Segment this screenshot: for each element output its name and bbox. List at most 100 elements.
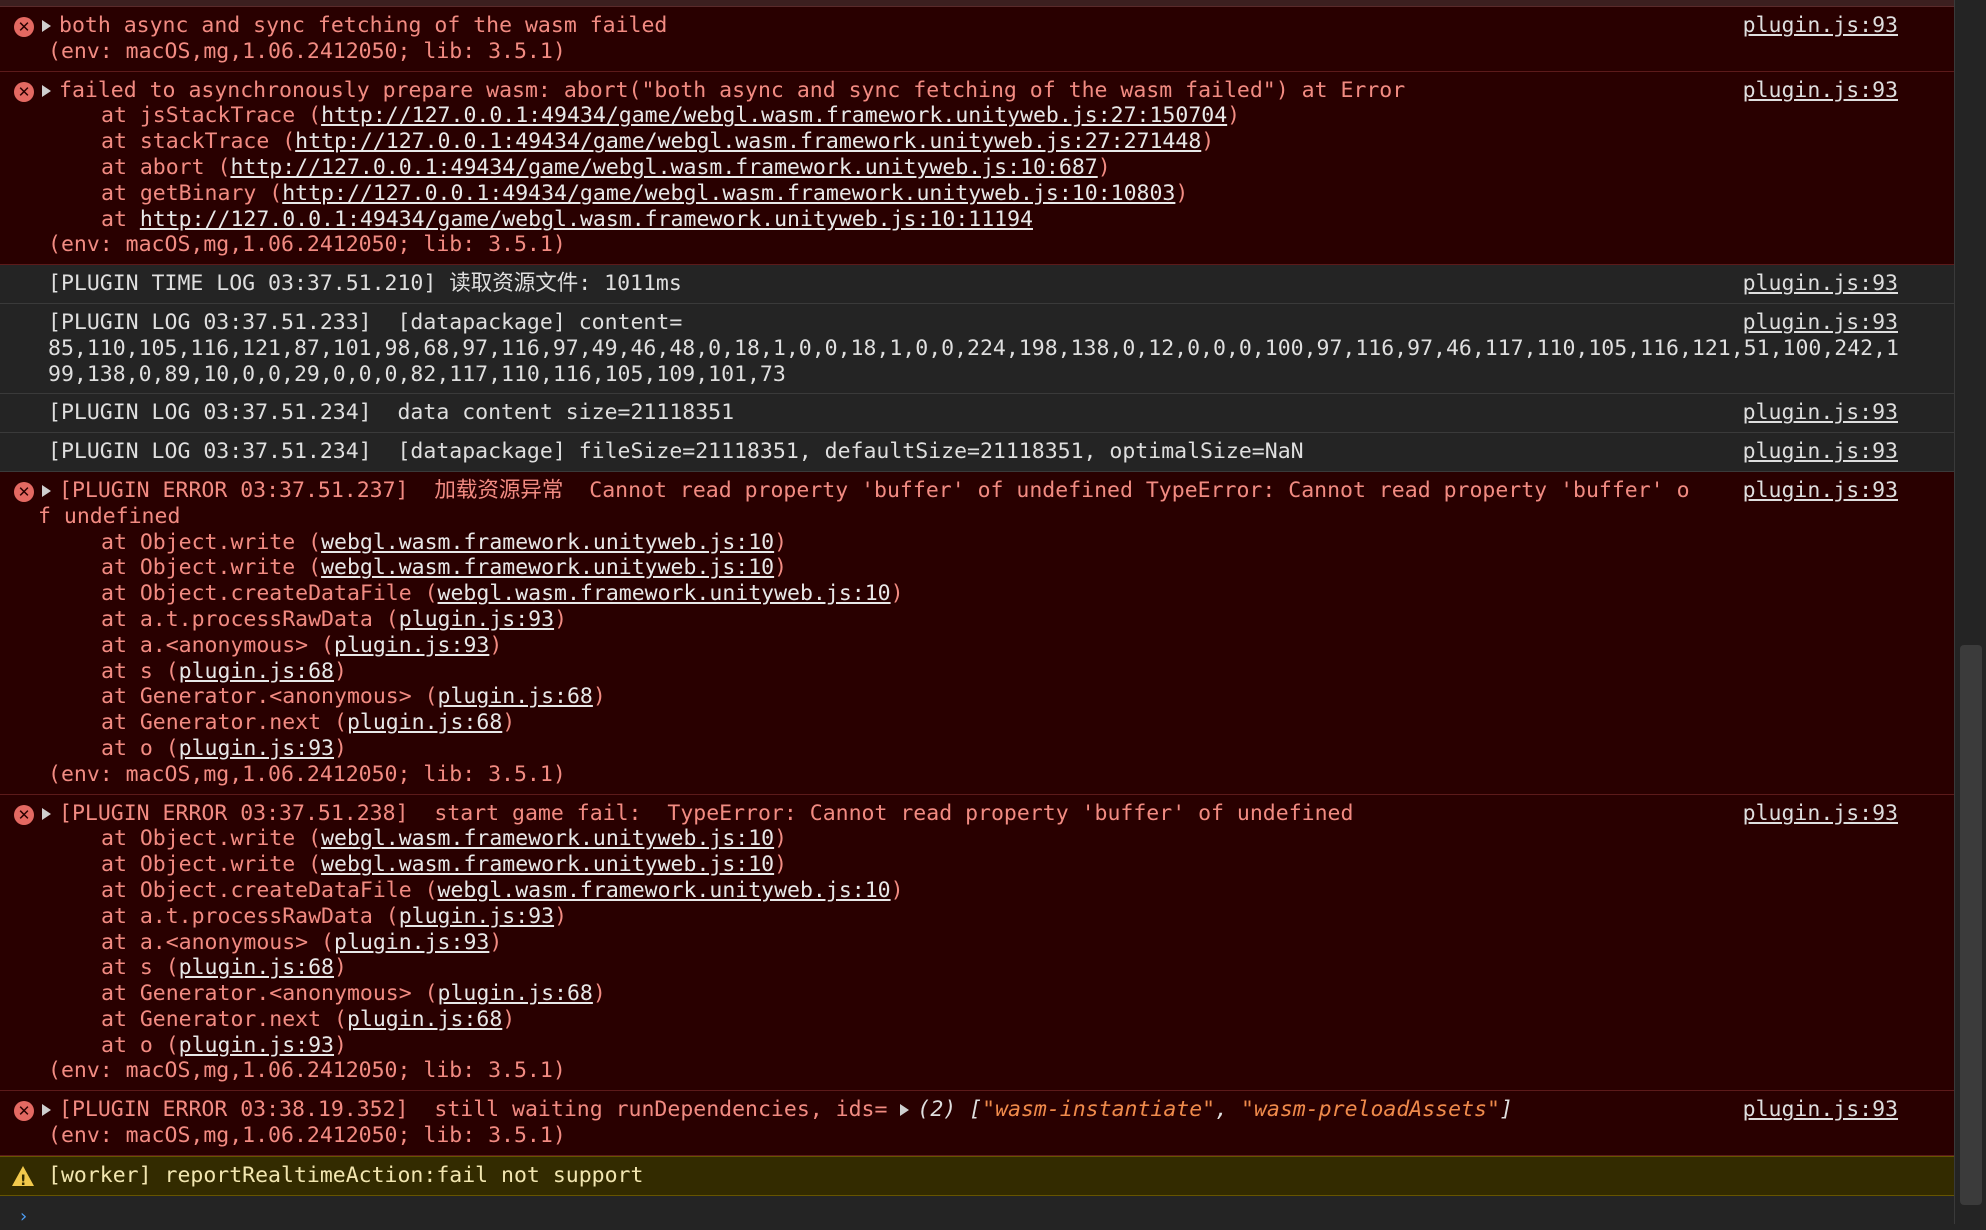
stack-frame-link[interactable]: webgl.wasm.framework.unityweb.js:10 — [321, 530, 774, 555]
stack-frame: at Object.write (webgl.wasm.framework.un… — [101, 555, 788, 581]
array-item-string: "wasm-instantiate" — [982, 1097, 1216, 1123]
expand-array-triangle-icon[interactable] — [900, 1104, 910, 1117]
stack-frame-link[interactable]: plugin.js:93 — [179, 1033, 334, 1058]
stack-trace: at Object.write (webgl.wasm.framework.un… — [48, 530, 1895, 762]
previous-entry-edge — [0, 0, 1955, 7]
console-error-entry[interactable]: ✕ plugin.js:93 both async and sync fetch… — [0, 7, 1955, 72]
console-panel: ✕ plugin.js:93 both async and sync fetch… — [0, 0, 1955, 1227]
array-open-bracket: [ — [969, 1097, 983, 1123]
stack-frame: at Generator.<anonymous> (plugin.js:68) — [101, 684, 606, 710]
console-log-entry[interactable]: plugin.js:93 [PLUGIN TIME LOG 03:37.51.2… — [0, 265, 1955, 304]
stack-frame: at getBinary (http://127.0.0.1:49434/gam… — [101, 180, 1189, 206]
array-item-string: "wasm-preloadAssets" — [1241, 1097, 1500, 1123]
expand-triangle-icon[interactable] — [42, 20, 51, 32]
stack-frame: at Generator.next (plugin.js:68) — [101, 710, 516, 736]
expand-triangle-icon[interactable] — [42, 807, 51, 820]
stack-frame: at Object.write (webgl.wasm.framework.un… — [101, 529, 788, 555]
stack-frame-link[interactable]: plugin.js:93 — [399, 607, 554, 632]
stack-frame-link[interactable]: webgl.wasm.framework.unityweb.js:10 — [321, 826, 774, 851]
console-error-entry[interactable]: ✕ plugin.js:93 [PLUGIN ERROR 03:37.51.23… — [0, 471, 1955, 795]
stack-frame-link[interactable]: http://127.0.0.1:49434/game/webgl.wasm.f… — [321, 103, 1227, 128]
stack-frame: at jsStackTrace (http://127.0.0.1:49434/… — [101, 103, 1241, 129]
stack-frame: at a.<anonymous> (plugin.js:93) — [101, 632, 503, 658]
console-error-entry[interactable]: ✕ plugin.js:93 [PLUGIN ERROR 03:38.19.35… — [0, 1091, 1955, 1156]
stack-frame-link[interactable]: plugin.js:93 — [179, 736, 334, 761]
expand-triangle-icon[interactable] — [42, 1104, 51, 1117]
stack-frame: at Object.write (webgl.wasm.framework.un… — [101, 826, 788, 852]
stack-frame-link[interactable]: plugin.js:68 — [179, 659, 334, 684]
error-message: [PLUGIN ERROR 03:37.51.238] start game f… — [59, 800, 1354, 826]
env-info: (env: macOS,mg,1.06.2412050; lib: 3.5.1) — [48, 1123, 566, 1149]
console-log-entry[interactable]: plugin.js:93 [PLUGIN LOG 03:37.51.233] [… — [0, 304, 1955, 395]
stack-frame: at Object.write (webgl.wasm.framework.un… — [101, 852, 788, 878]
source-link[interactable]: plugin.js:93 — [1743, 1097, 1898, 1123]
stack-frame-link[interactable]: webgl.wasm.framework.unityweb.js:10 — [438, 581, 891, 606]
source-link[interactable]: plugin.js:93 — [1743, 310, 1898, 336]
console-log-entry[interactable]: plugin.js:93 [PLUGIN LOG 03:37.51.234] d… — [0, 394, 1955, 434]
array-count: (2) — [917, 1097, 957, 1123]
stack-frame: at o (plugin.js:93) — [101, 1032, 347, 1058]
stack-frame-link[interactable]: plugin.js:68 — [347, 1007, 502, 1032]
stack-frame-link[interactable]: http://127.0.0.1:49434/game/webgl.wasm.f… — [295, 129, 1201, 154]
stack-frame-link[interactable]: plugin.js:68 — [438, 981, 593, 1006]
error-message: [PLUGIN ERROR 03:37.51.237] 加载资源异常 Canno… — [38, 477, 1690, 529]
stack-frame: at Object.createDataFile (webgl.wasm.fra… — [101, 581, 904, 607]
source-link[interactable]: plugin.js:93 — [1743, 478, 1898, 504]
log-message: [PLUGIN LOG 03:37.51.233] [datapackage] … — [48, 309, 1900, 387]
error-message: [PLUGIN ERROR 03:38.19.352] still waitin… — [59, 1097, 901, 1123]
env-info: (env: macOS,mg,1.06.2412050; lib: 3.5.1) — [48, 38, 566, 64]
stack-frame-link[interactable]: plugin.js:68 — [438, 684, 593, 709]
stack-trace: at Object.write (webgl.wasm.framework.un… — [48, 826, 1895, 1058]
stack-frame-link[interactable]: plugin.js:93 — [334, 633, 489, 658]
stack-frame: at o (plugin.js:93) — [101, 735, 347, 761]
stack-frame-link[interactable]: http://127.0.0.1:49434/game/webgl.wasm.f… — [230, 155, 1097, 180]
error-circle-icon: ✕ — [14, 17, 34, 37]
log-message: [PLUGIN TIME LOG 03:37.51.210] 读取资源文件: 1… — [48, 271, 682, 297]
stack-frame-link[interactable]: plugin.js:93 — [334, 930, 489, 955]
error-message: both async and sync fetching of the wasm… — [59, 13, 668, 38]
console-log-entry[interactable]: plugin.js:93 [PLUGIN LOG 03:37.51.234] [… — [0, 433, 1955, 472]
stack-frame: at abort (http://127.0.0.1:49434/game/we… — [101, 154, 1111, 180]
env-info: (env: macOS,mg,1.06.2412050; lib: 3.5.1) — [48, 1058, 566, 1084]
stack-trace: at jsStackTrace (http://127.0.0.1:49434/… — [48, 103, 1895, 232]
stack-frame-link[interactable]: plugin.js:68 — [347, 710, 502, 735]
env-info: (env: macOS,mg,1.06.2412050; lib: 3.5.1) — [48, 761, 566, 787]
error-message: failed to asynchronously prepare wasm: a… — [59, 77, 1406, 103]
source-link[interactable]: plugin.js:93 — [1743, 400, 1898, 426]
stack-frame: at http://127.0.0.1:49434/game/webgl.was… — [101, 206, 1033, 232]
warning-triangle-icon — [12, 1165, 34, 1195]
expand-triangle-icon[interactable] — [42, 484, 51, 497]
source-link[interactable]: plugin.js:93 — [1743, 801, 1898, 827]
log-message: [PLUGIN LOG 03:37.51.234] data content s… — [48, 400, 735, 426]
stack-frame: at Object.createDataFile (webgl.wasm.fra… — [101, 877, 904, 903]
stack-frame-link[interactable]: plugin.js:68 — [179, 955, 334, 980]
log-message: [PLUGIN LOG 03:37.51.234] [datapackage] … — [48, 439, 1304, 465]
stack-frame: at stackTrace (http://127.0.0.1:49434/ga… — [101, 129, 1215, 155]
source-link[interactable]: plugin.js:93 — [1743, 271, 1898, 297]
console-warning-entry[interactable]: [worker] reportRealtimeAction:fail not s… — [0, 1155, 1955, 1196]
error-circle-icon: ✕ — [14, 1101, 34, 1122]
stack-frame-link[interactable]: plugin.js:93 — [399, 904, 554, 929]
array-close-bracket: ] — [1499, 1097, 1513, 1123]
scrollbar-thumb[interactable] — [1960, 645, 1982, 1205]
vertical-scrollbar[interactable] — [1954, 0, 1986, 1224]
warning-message: [worker] reportRealtimeAction:fail not s… — [48, 1162, 644, 1188]
stack-frame: at Generator.next (plugin.js:68) — [101, 1006, 516, 1032]
console-error-entry[interactable]: ✕ plugin.js:93 failed to asynchronously … — [0, 71, 1955, 266]
console-error-entry[interactable]: ✕ plugin.js:93 [PLUGIN ERROR 03:37.51.23… — [0, 794, 1955, 1092]
stack-frame-link[interactable]: http://127.0.0.1:49434/game/webgl.wasm.f… — [282, 181, 1175, 206]
expand-triangle-icon[interactable] — [42, 84, 51, 97]
source-link[interactable]: plugin.js:93 — [1743, 439, 1898, 465]
env-info: (env: macOS,mg,1.06.2412050; lib: 3.5.1) — [48, 232, 566, 258]
console-prompt-icon[interactable]: › — [18, 1204, 29, 1230]
stack-frame-link[interactable]: webgl.wasm.framework.unityweb.js:10 — [438, 878, 891, 903]
source-link[interactable]: plugin.js:93 — [1743, 78, 1898, 104]
stack-frame-link[interactable]: webgl.wasm.framework.unityweb.js:10 — [321, 852, 774, 877]
source-link[interactable]: plugin.js:93 — [1743, 13, 1898, 39]
error-circle-icon: ✕ — [14, 804, 34, 825]
stack-frame-link[interactable]: http://127.0.0.1:49434/game/webgl.wasm.f… — [140, 207, 1033, 232]
stack-frame: at s (plugin.js:68) — [101, 658, 347, 684]
stack-frame-link[interactable]: webgl.wasm.framework.unityweb.js:10 — [321, 555, 774, 580]
array-separator: , — [1215, 1097, 1242, 1123]
error-circle-icon: ✕ — [14, 81, 34, 102]
